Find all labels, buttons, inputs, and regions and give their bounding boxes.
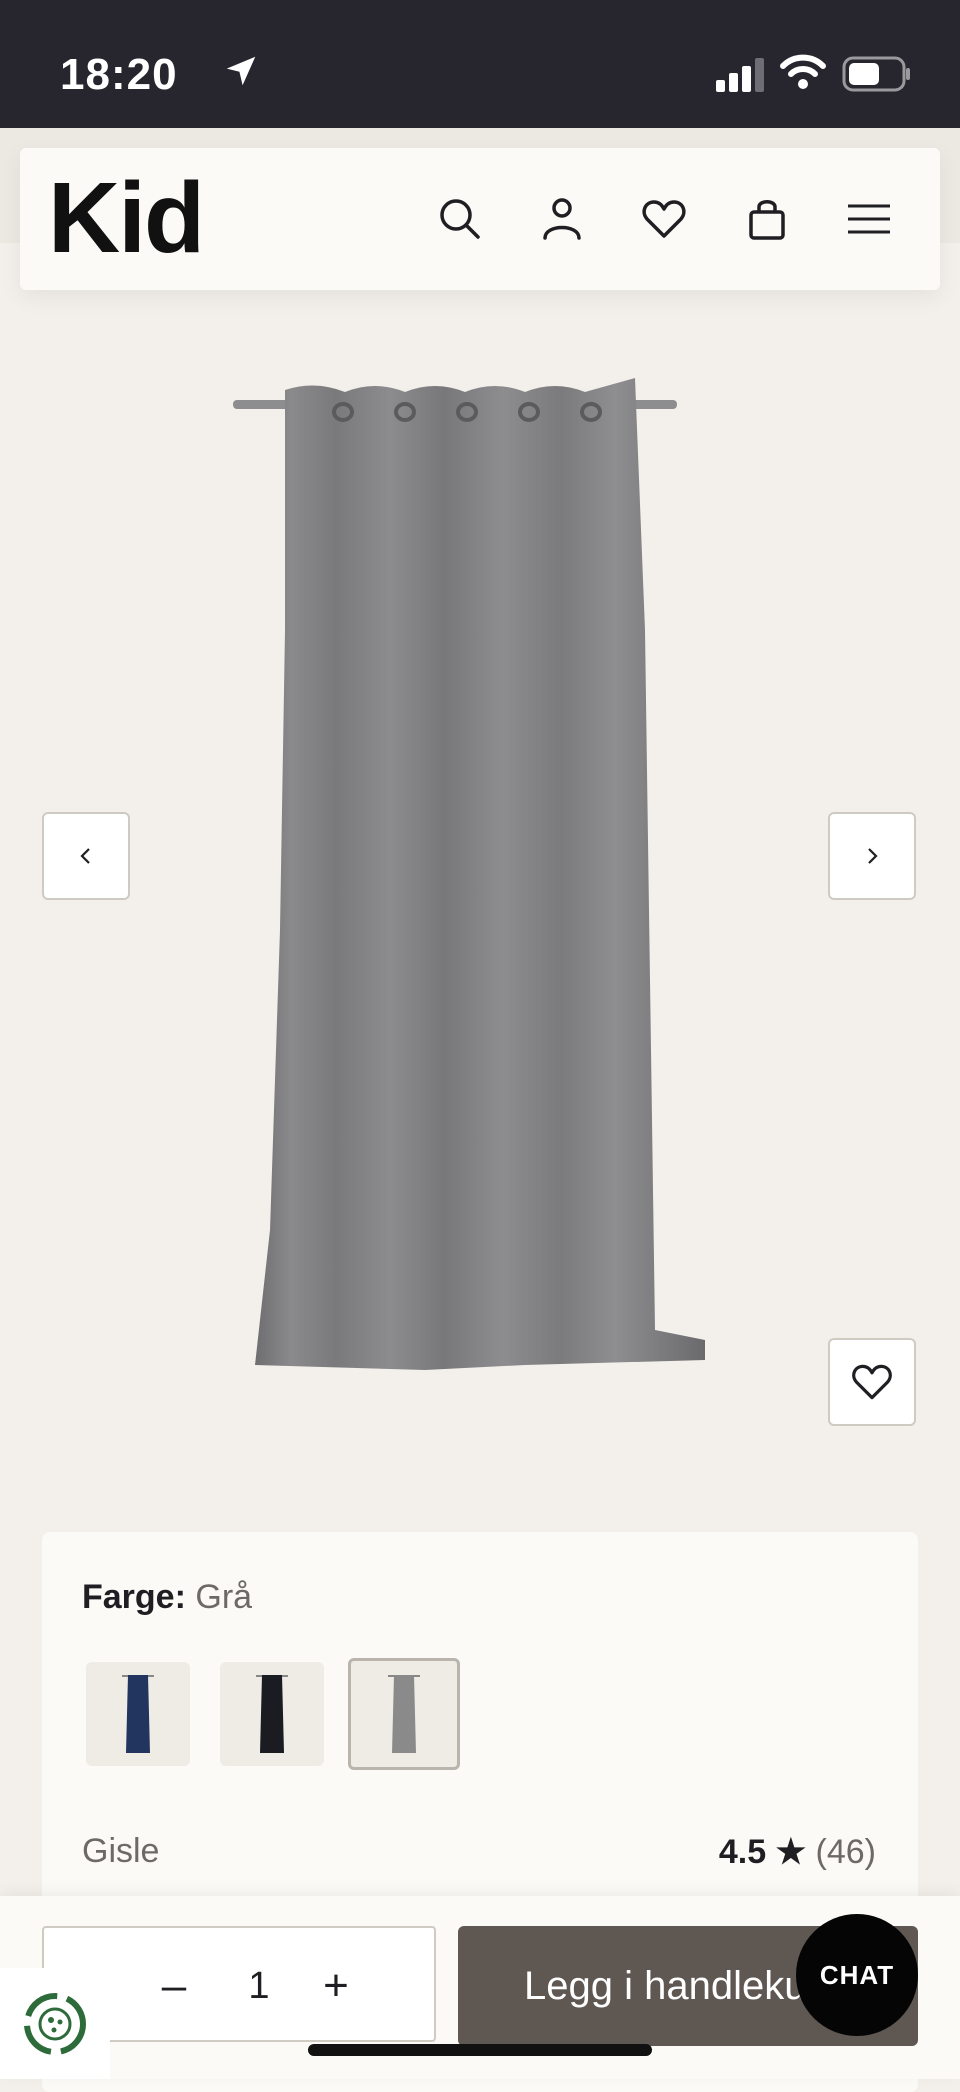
color-value: Grå (195, 1578, 253, 1616)
color-swatch-blue[interactable] (86, 1662, 190, 1766)
quantity-value[interactable]: 1 (234, 1956, 284, 2016)
account-icon[interactable] (537, 194, 587, 244)
curtain-product-image (233, 378, 705, 1370)
review-count: (46) (815, 1833, 876, 1871)
site-header: Kid (20, 148, 940, 290)
color-swatch-black[interactable] (220, 1662, 324, 1766)
color-selector-label: Farge: Grå (82, 1578, 252, 1617)
menu-hamburger-icon[interactable] (844, 194, 894, 244)
product-image-gallery (0, 290, 960, 1490)
status-bar: 18:20 (0, 0, 960, 128)
add-to-favorites-button[interactable] (828, 1338, 916, 1426)
search-icon[interactable] (435, 194, 485, 244)
chat-button[interactable]: CHAT (796, 1914, 918, 2036)
kid-logo[interactable]: Kid (48, 168, 205, 268)
home-indicator (308, 2044, 652, 2056)
gallery-next-button[interactable] (828, 812, 916, 900)
quantity-decrease-button[interactable]: – (144, 1956, 204, 2016)
star-icon: ★ (775, 1833, 807, 1871)
gallery-prev-button[interactable] (42, 812, 130, 900)
product-rating[interactable]: 4.5 ★ (46) (719, 1832, 876, 1872)
rating-value: 4.5 (718, 1833, 767, 1871)
product-name: Gisle (82, 1832, 160, 1870)
heart-icon (852, 1364, 892, 1400)
recycling-badge-icon[interactable] (0, 1968, 110, 2079)
battery-icon (842, 56, 912, 97)
wifi-icon (780, 54, 826, 95)
wishlist-heart-icon[interactable] (639, 194, 689, 244)
quantity-increase-button[interactable]: + (306, 1956, 366, 2016)
shopping-bag-icon[interactable] (742, 194, 792, 244)
color-swatch-grey[interactable] (348, 1658, 460, 1770)
color-label: Farge: (82, 1578, 186, 1616)
status-time: 18:20 (60, 50, 178, 99)
chevron-left-icon (80, 848, 90, 864)
chevron-right-icon (868, 848, 878, 864)
location-arrow-icon (222, 52, 260, 95)
cellular-signal-icon (716, 58, 766, 97)
